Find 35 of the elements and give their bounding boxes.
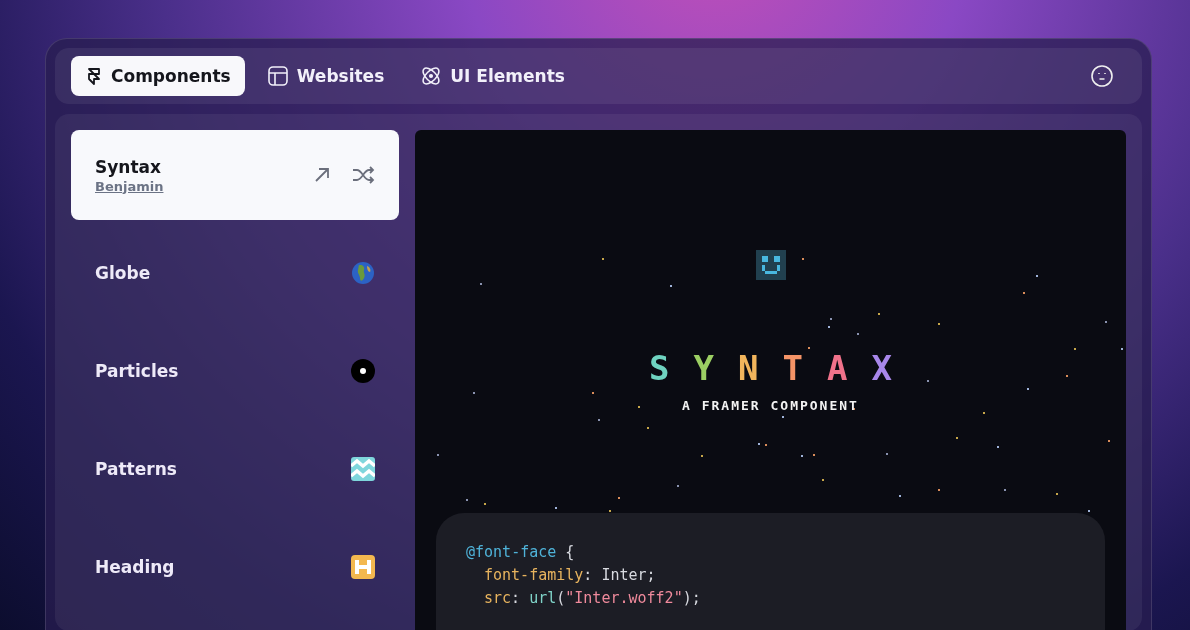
subtitle: A FRAMER COMPONENT [682, 398, 859, 413]
component-name: Heading [95, 557, 176, 577]
sidebar-item[interactable]: Heading [71, 522, 399, 612]
particles-icon [351, 359, 375, 383]
tab[interactable]: UI Elements [406, 56, 579, 96]
shuffle-icon[interactable] [351, 165, 375, 185]
component-name: Globe [95, 263, 152, 283]
arrow-up-right-icon[interactable] [313, 166, 331, 184]
code-line: font-family: Inter; [483, 565, 657, 586]
component-name: Syntax [95, 156, 162, 177]
code-line: @font-face { [466, 542, 576, 563]
tab[interactable]: Websites [252, 56, 399, 96]
sidebar-item[interactable]: Globe [71, 228, 399, 318]
title-letter: Y [693, 348, 714, 388]
code-line: src: url("Inter.woff2"); [483, 588, 702, 609]
sidebar-item[interactable]: Particles [71, 326, 399, 416]
letter-h-icon [351, 555, 375, 579]
framer-logo-icon [85, 67, 103, 85]
title-letter: X [871, 348, 892, 388]
title-letter: N [738, 348, 759, 388]
title-letter: A [827, 348, 848, 388]
sidebar-item[interactable]: Patterns [71, 424, 399, 514]
title-letter: S [649, 348, 670, 388]
layout-icon [266, 65, 289, 87]
smiley-face-icon[interactable] [1090, 64, 1114, 88]
pixel-smiley-logo-icon [755, 250, 786, 280]
sidebar-item[interactable]: Syntax Benjamin [71, 130, 399, 220]
zigzag-pattern-icon [351, 457, 375, 481]
component-name: Particles [95, 361, 180, 381]
tab[interactable]: Components [71, 56, 245, 96]
title-letter: T [782, 348, 803, 388]
atom-icon [420, 65, 443, 87]
author-link[interactable]: Benjamin [95, 178, 164, 194]
component-name: Patterns [95, 459, 178, 479]
globe-icon [351, 261, 375, 285]
